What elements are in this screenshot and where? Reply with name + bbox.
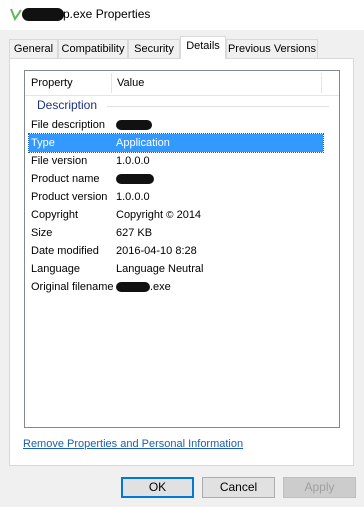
column-header-value[interactable]: Value — [117, 77, 144, 89]
list-item[interactable]: Language Language Neutral — [29, 260, 323, 278]
list-item[interactable]: Type Application — [28, 133, 324, 153]
cancel-button[interactable]: Cancel — [202, 477, 275, 498]
column-header-property[interactable]: Property — [31, 77, 73, 89]
property-value — [116, 170, 154, 188]
group-divider — [107, 106, 329, 107]
property-name: Language — [31, 263, 80, 275]
property-value: 627 KB — [116, 227, 153, 239]
property-value: Copyright © 2014 — [116, 206, 201, 225]
details-panel: Property Value Description File descript… — [9, 58, 354, 466]
column-divider[interactable] — [321, 73, 322, 93]
copyright-text: Copyright — [116, 209, 164, 221]
tab-general[interactable]: General — [9, 39, 58, 58]
list-item[interactable]: File version 1.0.0.0 — [29, 152, 323, 170]
list-item[interactable]: File description — [29, 116, 323, 134]
property-value: .exe — [116, 278, 171, 296]
list-item[interactable]: Date modified 2016-04-10 8:28 — [29, 242, 323, 260]
tab-security[interactable]: Security — [128, 39, 180, 58]
property-name: Product name — [31, 173, 100, 185]
property-value: Application — [116, 137, 170, 149]
list-item[interactable]: Original filename .exe — [29, 278, 323, 296]
property-name: Size — [31, 227, 53, 239]
property-value: 2016-04-10 8:28 — [116, 245, 197, 257]
ok-button[interactable]: OK — [121, 477, 194, 498]
property-name: Product version — [31, 191, 108, 203]
property-name: Original filename — [31, 281, 114, 293]
copyright-year: 2014 — [176, 209, 202, 221]
redacted-value — [116, 174, 154, 185]
copyright-symbol: © — [166, 210, 174, 221]
tab-details[interactable]: Details — [180, 36, 226, 59]
filename-extension: .exe — [150, 281, 171, 293]
window-title: p.exe Properties — [63, 7, 151, 21]
redacted-value — [116, 120, 152, 131]
tab-strip: General Compatibility Security Details P… — [9, 36, 355, 59]
group-description: Description — [37, 98, 98, 112]
list-header: Property Value — [25, 71, 339, 96]
property-value: 1.0.0.0 — [116, 155, 150, 167]
list-item[interactable]: Copyright Copyright © 2014 — [29, 206, 323, 224]
properties-dialog: p.exe Properties General Compatibility S… — [0, 0, 364, 507]
property-value: Language Neutral — [116, 263, 204, 275]
redacted-filename — [22, 8, 64, 21]
apply-button[interactable]: Apply — [283, 477, 356, 498]
remove-properties-link[interactable]: Remove Properties and Personal Informati… — [23, 438, 243, 450]
list-item[interactable]: Product version 1.0.0.0 — [29, 188, 323, 206]
property-name: Copyright — [31, 209, 79, 221]
tab-compatibility[interactable]: Compatibility — [58, 39, 128, 58]
property-name: Date modified — [31, 245, 99, 257]
redacted-value — [116, 282, 150, 293]
property-name: File version — [31, 155, 88, 167]
property-name: Type — [31, 137, 55, 149]
list-item[interactable]: Product name — [29, 170, 323, 188]
tab-previous-versions[interactable]: Previous Versions — [226, 39, 318, 58]
title-bar: p.exe Properties — [0, 0, 364, 30]
property-name: File description — [31, 119, 105, 131]
list-item[interactable]: Size 627 KB — [29, 224, 323, 242]
column-divider[interactable] — [111, 73, 112, 93]
property-value: 1.0.0.0 — [116, 191, 150, 203]
details-list[interactable]: Property Value Description File descript… — [24, 70, 340, 428]
property-value — [116, 116, 152, 134]
